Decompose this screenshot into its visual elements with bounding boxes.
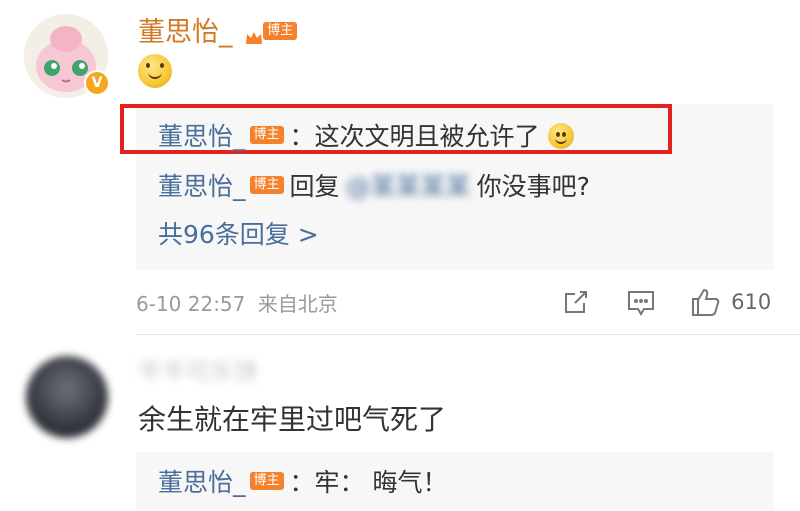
comment-icon: [628, 291, 654, 316]
author-name[interactable]: 董思怡_: [138, 17, 233, 48]
crown-icon: [245, 22, 263, 44]
blogger-badge: 博主: [249, 472, 284, 490]
more-replies-link[interactable]: 共96条回复 >: [158, 218, 319, 252]
smile-emoji-icon: [138, 54, 172, 88]
reply-prefix: 回复: [289, 172, 340, 201]
divider: [136, 334, 800, 335]
timestamp: 6-10 22:57: [136, 292, 246, 316]
blogger-badge: 博主: [249, 126, 284, 144]
author-name[interactable]: 平平可乐饼: [138, 352, 258, 387]
share-button[interactable]: [562, 288, 590, 316]
like-button[interactable]: 610: [690, 286, 771, 318]
thumbs-up-icon: [692, 288, 720, 316]
share-icon: [565, 291, 587, 313]
reply-author[interactable]: 董思怡_: [158, 172, 246, 201]
comment-button[interactable]: [626, 288, 656, 318]
reply-item[interactable]: 董思怡_ 博主 回复 @某某某某 你没事吧?: [158, 170, 590, 204]
reply-text: ：这次文明且被允许了: [289, 122, 540, 151]
blogger-badge: 博主: [263, 21, 298, 40]
verified-icon: V: [84, 70, 110, 96]
reply-item[interactable]: 董思怡_ 博主 ：这次文明且被允许了: [158, 120, 574, 154]
avatar[interactable]: [26, 356, 108, 438]
reply-text: 你没事吧?: [476, 172, 590, 201]
reply-mention[interactable]: @某某某某: [346, 170, 471, 204]
blogger-badge: 博主: [249, 176, 284, 194]
like-count: 610: [731, 290, 772, 314]
location: 来自北京: [257, 292, 338, 316]
reply-author[interactable]: 董思怡_: [158, 468, 246, 497]
comment-text: 余生就在牢里过吧气死了: [138, 403, 447, 436]
reply-text: ：牢： 晦气！: [289, 468, 448, 497]
smile-emoji-icon: [547, 123, 574, 149]
reply-author[interactable]: 董思怡_: [158, 122, 246, 151]
reply-item[interactable]: 董思怡_ 博主 ：牢： 晦气！: [158, 466, 447, 500]
